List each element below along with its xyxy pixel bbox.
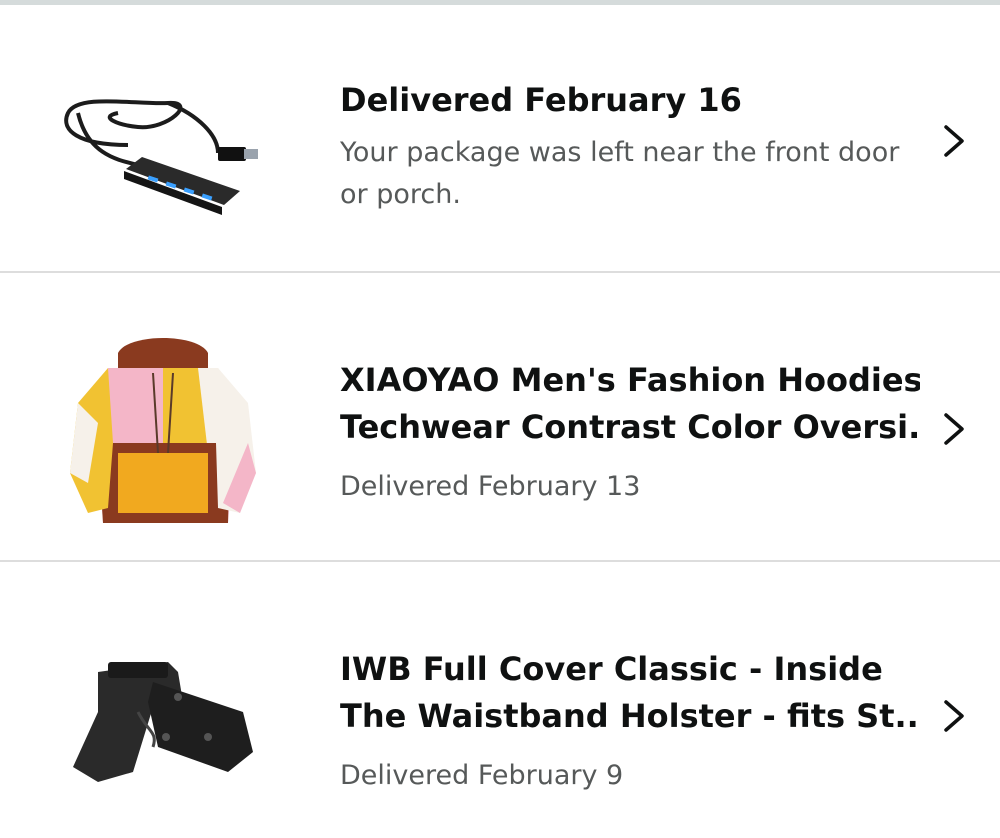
delivery-date: Delivered February 9 xyxy=(340,760,624,791)
delivery-note: Your package was left near the front doo… xyxy=(340,137,900,210)
holster-product-image[interactable] xyxy=(58,642,262,792)
product-title-line-1: IWB Full Cover Classic - Inside xyxy=(340,650,883,688)
hoodie-product-image[interactable] xyxy=(58,333,262,533)
delivery-status-title: Delivered February 16 xyxy=(340,81,742,119)
product-title-line-1: XIAOYAO Men's Fashion Hoodies xyxy=(340,361,920,399)
chevron-right-icon[interactable] xyxy=(940,696,968,736)
order-row-holster[interactable]: IWB Full Cover Classic - Inside The Wais… xyxy=(0,562,1000,838)
order-row-hoodie[interactable]: XIAOYAO Men's Fashion Hoodies Techwear C… xyxy=(0,273,1000,562)
chevron-right-icon[interactable] xyxy=(940,121,968,161)
product-title-line-2: The Waistband Holster - fits St... xyxy=(340,697,920,735)
order-text: XIAOYAO Men's Fashion Hoodies Techwear C… xyxy=(340,357,920,508)
chevron-right-icon[interactable] xyxy=(940,409,968,449)
usb-hub-product-image[interactable] xyxy=(58,35,262,225)
order-text: IWB Full Cover Classic - Inside The Wais… xyxy=(340,646,920,797)
order-text: Delivered February 16 Your package was l… xyxy=(340,77,920,216)
delivery-date: Delivered February 13 xyxy=(340,471,641,502)
product-title-line-2: Techwear Contrast Color Oversi... xyxy=(340,408,920,446)
order-row-usb-hub[interactable]: Delivered February 16 Your package was l… xyxy=(0,5,1000,273)
